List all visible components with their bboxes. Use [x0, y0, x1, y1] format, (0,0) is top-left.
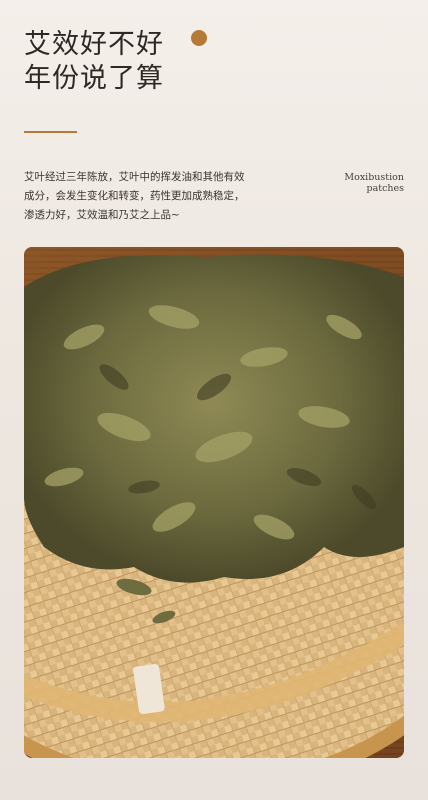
english-tag-line-1: Moxibustion	[344, 172, 404, 183]
english-tag-line-2: patches	[366, 183, 405, 194]
headline-line-1: 艾效好不好	[24, 29, 164, 60]
description-line-3: 渗透力好，艾效温和乃艾之上品~	[24, 209, 180, 221]
accent-rule	[24, 131, 77, 133]
accent-dot	[191, 30, 207, 46]
english-tag: Moxibustion patches	[344, 172, 404, 194]
description: 艾叶经过三年陈放，艾叶中的挥发油和其他有效 成分，会发生变化和转变，药性更加成熟…	[24, 168, 294, 225]
headline: 艾效好不好 年份说了算	[24, 28, 164, 96]
description-line-2: 成分，会发生变化和转变，药性更加成熟稳定，	[24, 190, 245, 202]
product-photo	[24, 247, 404, 758]
headline-line-2: 年份说了算	[24, 63, 164, 94]
description-line-1: 艾叶经过三年陈放，艾叶中的挥发油和其他有效	[24, 171, 245, 183]
